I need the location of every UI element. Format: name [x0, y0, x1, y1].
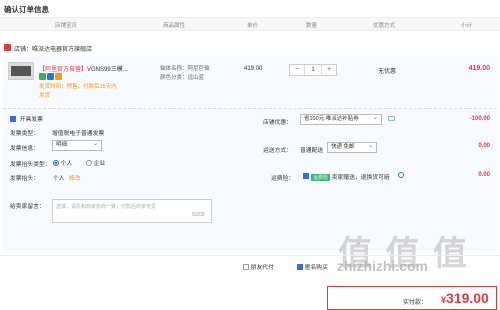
remark-label: 给卖家留言： — [10, 204, 45, 210]
column-header-promo: 优惠方式 — [373, 23, 396, 29]
invoice-type-label: 发票类型： — [10, 131, 39, 137]
delivery-line: 发货时间：预售，付款后15天内 — [39, 84, 117, 90]
store-discount-value: 省100元:唯派达补贴券 — [304, 116, 359, 122]
store-label: 店铺： — [14, 47, 33, 53]
pay-amount-value: 319.00 — [446, 290, 489, 306]
unit-price: 419.00 — [244, 66, 263, 72]
express-icon — [55, 73, 62, 80]
insurance-info: 运费险 卖家赠送，退换货可赔 — [311, 172, 390, 181]
radio-personal-label: 个人 — [60, 161, 73, 167]
product-thumbnail[interactable] — [8, 62, 34, 80]
pay-label: 实付款： — [403, 300, 428, 306]
invoice-title-type-label: 发票抬头类型： — [10, 162, 51, 168]
product-title-text[interactable]: VGNS99三模... — [87, 67, 128, 73]
item-subtotal: 419.00 — [468, 65, 490, 72]
radio-company[interactable] — [86, 160, 92, 167]
qty-plus-button[interactable]: + — [322, 65, 336, 75]
invoice-toggle-label: 开具发票 — [19, 117, 43, 123]
invoice-title-label: 发票抬头： — [10, 176, 39, 182]
invoice-checkbox[interactable] — [10, 116, 16, 123]
comment-icon[interactable] — [388, 116, 395, 121]
insurance-checkbox[interactable] — [303, 173, 309, 179]
store-discount-label: 店铺优惠： — [263, 120, 292, 126]
friend-pay-checkbox[interactable] — [243, 264, 249, 271]
store-name-text[interactable]: 唯派达电器官方旗舰店 — [32, 47, 92, 53]
divider — [0, 255, 500, 256]
anonymous-label: 匿名购买 — [304, 265, 328, 271]
invoice-toggle[interactable]: 开具发票 — [10, 114, 43, 123]
column-header-item: 店铺宝贝 — [55, 23, 78, 29]
shipping-amount: 0.00 — [478, 143, 490, 149]
invoice-modify-link[interactable]: 修改 — [69, 173, 81, 182]
insurance-badge: 运费险 — [311, 174, 331, 181]
column-header-qty: 数量 — [306, 23, 318, 29]
invoice-content-label: 发票信息： — [10, 146, 39, 152]
shipping-select-value: 快递 免邮 — [331, 144, 355, 150]
product-badges — [39, 73, 63, 82]
radio-company-label: 企业 — [93, 161, 106, 167]
quantity-stepper: − 1 + — [289, 64, 337, 76]
product-attr-switch: 轴体名称：阿尼巨轴 — [160, 66, 210, 72]
column-header-subtotal: 小计 — [461, 23, 473, 29]
promo-method: 无优惠 — [378, 69, 397, 75]
column-header-attr: 商品属性 — [163, 23, 186, 29]
invoice-type-value: 增值税电子普通发票 — [52, 131, 105, 137]
delivery-time: 发货时间：预售，付款后15天内 发货 — [39, 83, 129, 101]
store-icon — [4, 44, 11, 51]
invoice-content-select[interactable]: 明细 — [52, 140, 102, 151]
invoice-title-type-company[interactable]: 企业 — [86, 158, 105, 167]
invoice-content-value: 明细 — [56, 142, 68, 148]
delivery-line: 发货 — [39, 93, 51, 99]
insurance-label: 运费险： — [271, 176, 295, 182]
store-discount-select[interactable]: 省100元:唯派达补贴券 — [300, 114, 382, 125]
pay-amount: ¥319.00 — [441, 290, 489, 306]
shipping-type: 普通配送 — [300, 148, 324, 154]
remark-counter: 0/200 — [192, 212, 205, 218]
qty-minus-button[interactable]: − — [290, 65, 304, 75]
product-attr-color: 颜色分类：远山蓝 — [160, 75, 205, 81]
insurance-text: 卖家赠送，退换货可赔 — [331, 175, 390, 181]
anonymous-option[interactable]: 匿名购买 — [297, 262, 328, 271]
guarantee-icon — [47, 73, 54, 80]
radio-personal[interactable] — [53, 160, 59, 167]
shipping-select[interactable]: 快递 免邮 — [327, 142, 377, 153]
store-name[interactable]: 店铺：唯派达电器官方旗舰店 — [14, 44, 92, 53]
invoice-title-type-personal[interactable]: 个人 — [53, 158, 72, 167]
friend-pay-label: 朋友代付 — [250, 265, 274, 271]
insurance-check[interactable] — [303, 173, 309, 180]
store-discount-amount: -100.00 — [469, 116, 490, 122]
insurance-amount: 0.00 — [478, 172, 490, 178]
help-icon[interactable] — [398, 172, 404, 178]
product-title[interactable]: 【阿里官方自营】VGNS99三模... — [39, 64, 129, 73]
seven-day-return-icon — [39, 73, 46, 80]
column-header-price: 单价 — [247, 23, 259, 29]
remark-textarea[interactable]: 选填，请先和商家协商一致，付款后商家可见 — [52, 199, 212, 223]
invoice-title-value: 个人 — [53, 176, 65, 182]
anonymous-checkbox[interactable] — [297, 264, 303, 271]
friend-pay-option[interactable]: 朋友代付 — [243, 262, 274, 271]
watermark-text: zhizhizhi.com — [337, 258, 428, 274]
qty-input[interactable]: 1 — [304, 65, 322, 75]
remark-placeholder: 选填，请先和商家协商一致，付款后商家可见 — [56, 204, 157, 210]
page-title: 确认订单信息 — [4, 5, 49, 14]
shipping-label: 运送方式： — [263, 148, 292, 154]
